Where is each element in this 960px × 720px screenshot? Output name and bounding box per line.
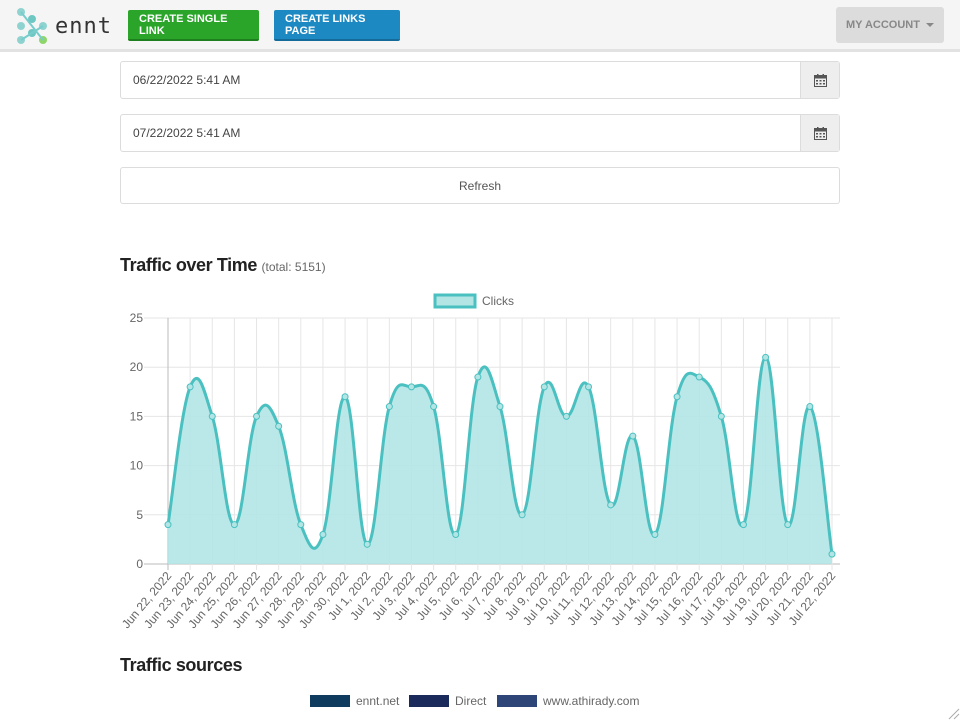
- data-point: [319, 530, 327, 538]
- traffic-sources-title: Traffic sources: [120, 655, 243, 675]
- data-point: [297, 521, 305, 529]
- data-point: [363, 540, 371, 548]
- refresh-button[interactable]: Refresh: [120, 167, 840, 204]
- resize-grip-icon[interactable]: [946, 706, 960, 720]
- data-point: [407, 383, 415, 391]
- data-point: [762, 353, 770, 361]
- traffic-total: (total: 5151): [261, 260, 326, 274]
- data-point: [651, 530, 659, 538]
- data-point: [739, 521, 747, 529]
- data-point: [673, 393, 681, 401]
- data-point: [562, 412, 570, 420]
- data-point: [452, 530, 460, 538]
- start-date-picker-button[interactable]: [800, 62, 839, 98]
- data-point: [474, 373, 482, 381]
- my-account-dropdown[interactable]: MY ACCOUNT: [836, 7, 944, 43]
- legend-label: Direct: [455, 694, 487, 708]
- legend-swatch: [409, 695, 449, 707]
- top-navbar: ennt CREATE SINGLE LINK CREATE LINKS PAG…: [0, 0, 960, 52]
- start-date-group: [120, 61, 840, 99]
- legend-item-athirady[interactable]: www.athirady.com: [497, 694, 639, 708]
- data-point: [186, 383, 194, 391]
- data-point: [695, 373, 703, 381]
- calendar-icon: [813, 73, 827, 87]
- legend-swatch-clicks: [433, 293, 477, 309]
- data-point: [540, 383, 548, 391]
- logo-text: ennt: [55, 13, 112, 39]
- y-tick-label: 5: [136, 508, 143, 522]
- end-date-picker-button[interactable]: [800, 115, 839, 151]
- data-point: [784, 521, 792, 529]
- traffic-over-time-heading: Traffic over Time (total: 5151): [120, 255, 326, 276]
- create-single-link-button[interactable]: CREATE SINGLE LINK: [128, 10, 259, 41]
- my-account-label: MY ACCOUNT: [846, 19, 920, 31]
- end-date-group: [120, 114, 840, 152]
- data-point: [717, 412, 725, 420]
- legend-label: www.athirady.com: [543, 694, 640, 708]
- data-point: [629, 432, 637, 440]
- y-tick-label: 20: [130, 360, 144, 374]
- traffic-over-time-title: Traffic over Time: [120, 255, 257, 275]
- data-point: [607, 501, 615, 509]
- legend-item-direct[interactable]: Direct: [409, 694, 486, 708]
- y-tick-label: 10: [130, 459, 144, 473]
- data-point: [385, 403, 393, 411]
- data-point: [341, 393, 349, 401]
- logo[interactable]: ennt: [15, 5, 112, 47]
- data-point: [208, 412, 216, 420]
- data-point: [253, 412, 261, 420]
- data-point: [828, 550, 836, 558]
- data-point: [275, 422, 283, 430]
- y-tick-label: 25: [130, 311, 144, 325]
- legend-swatch: [497, 695, 537, 707]
- legend-swatch: [310, 695, 350, 707]
- legend-label: ennt.net: [356, 694, 400, 708]
- legend-item-ennt-net[interactable]: ennt.net: [310, 694, 399, 708]
- data-point: [230, 521, 238, 529]
- data-point: [430, 403, 438, 411]
- caret-down-icon: [925, 23, 934, 27]
- start-date-input[interactable]: [121, 62, 801, 98]
- legend-label-clicks: Clicks: [482, 294, 514, 308]
- y-tick-label: 15: [130, 409, 144, 423]
- data-point: [164, 521, 172, 529]
- create-links-page-button[interactable]: CREATE LINKS PAGE: [274, 10, 400, 41]
- logo-icon: [17, 8, 47, 44]
- data-point: [496, 403, 504, 411]
- traffic-chart: 0510152025Jun 22, 2022Jun 23, 2022Jun 24…: [119, 293, 840, 631]
- data-point: [585, 383, 593, 391]
- data-point: [518, 511, 526, 519]
- data-point: [806, 403, 814, 411]
- calendar-icon: [813, 126, 827, 140]
- end-date-input[interactable]: [121, 115, 801, 151]
- y-tick-label: 0: [136, 557, 143, 571]
